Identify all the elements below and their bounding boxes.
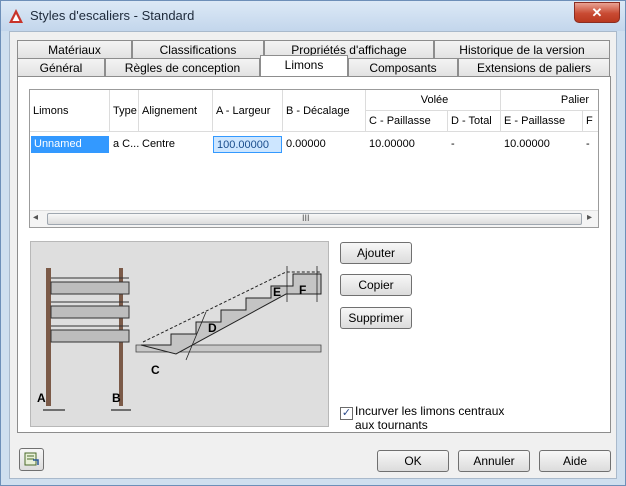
stair-diagram: A B D C E F	[37, 266, 322, 411]
scroll-left-icon[interactable]: ◂	[33, 212, 38, 223]
header-limons[interactable]: Limons	[30, 90, 110, 132]
cell-b-decalage[interactable]: 0.00000	[283, 136, 366, 153]
dim-label-e: E	[273, 285, 281, 299]
horizontal-scrollbar[interactable]: ◂ III ▸	[30, 210, 598, 227]
tab-limons[interactable]: Limons	[260, 55, 348, 76]
header-c-paillasse[interactable]: C - Paillasse	[366, 111, 448, 132]
window-title: Styles d'escaliers - Standard	[30, 8, 195, 23]
header-a-largeur[interactable]: A - Largeur	[213, 90, 283, 132]
scroll-grip-icon: III	[302, 213, 310, 223]
scroll-right-icon[interactable]: ▸	[587, 212, 592, 223]
tab-general[interactable]: Général	[17, 58, 105, 76]
scroll-thumb[interactable]: III	[47, 213, 582, 225]
add-button[interactable]: Ajouter	[340, 242, 412, 264]
stair-stringer-illustration: A B D C E F	[30, 241, 329, 427]
cancel-button[interactable]: Annuler	[458, 450, 530, 472]
dim-label-c: C	[151, 363, 160, 377]
cell-c-paillasse[interactable]: 10.00000	[366, 136, 448, 153]
header-palier: Palier	[501, 90, 598, 111]
dim-label-d: D	[208, 321, 217, 335]
style-manager-icon	[24, 452, 39, 466]
header-alignement[interactable]: Alignement	[139, 90, 213, 132]
header-b-decalage[interactable]: B - Décalage	[283, 90, 366, 132]
header-volee: Volée	[366, 90, 501, 111]
tab-regles-conception[interactable]: Règles de conception	[105, 58, 260, 76]
cell-alignement[interactable]: Centre	[139, 136, 213, 153]
header-f[interactable]: F	[583, 111, 598, 132]
cell-limons-name[interactable]: Unnamed	[31, 136, 109, 153]
curve-stringers-checkbox[interactable]: ✓	[340, 407, 353, 420]
stringers-table: Limons Type Alignement A - Largeur B - D…	[29, 89, 599, 228]
tab-historique-version[interactable]: Historique de la version	[434, 40, 610, 58]
app-icon	[9, 9, 23, 23]
tab-classifications[interactable]: Classifications	[132, 40, 264, 58]
dim-label-f: F	[299, 283, 306, 297]
cell-e-paillasse[interactable]: 10.00000	[501, 136, 583, 153]
header-type[interactable]: Type	[110, 90, 139, 132]
curve-stringers-label[interactable]: Incurver les limons centraux aux tournan…	[355, 404, 525, 432]
cell-f[interactable]: -	[583, 136, 598, 153]
cell-type[interactable]: a C...	[110, 136, 139, 153]
dim-label-b: B	[112, 391, 121, 405]
delete-button[interactable]: Supprimer	[340, 307, 412, 329]
header-d-total[interactable]: D - Total	[448, 111, 501, 132]
style-manager-button[interactable]	[19, 448, 44, 471]
dialog-window: Styles d'escaliers - Standard ✕ Matériau…	[0, 0, 626, 486]
copy-button[interactable]: Copier	[340, 274, 412, 296]
tab-materiaux[interactable]: Matériaux	[17, 40, 132, 58]
close-button[interactable]: ✕	[574, 2, 620, 23]
dim-label-a: A	[37, 391, 46, 405]
header-e-paillasse[interactable]: E - Paillasse	[501, 111, 583, 132]
cell-d-total[interactable]: -	[448, 136, 501, 153]
help-button[interactable]: Aide	[539, 450, 611, 472]
tab-extensions-paliers[interactable]: Extensions de paliers	[458, 58, 610, 76]
tab-composants[interactable]: Composants	[348, 58, 458, 76]
cell-a-largeur[interactable]: 100.00000	[213, 136, 282, 153]
title-bar: Styles d'escaliers - Standard ✕	[1, 1, 625, 31]
ok-button[interactable]: OK	[377, 450, 449, 472]
